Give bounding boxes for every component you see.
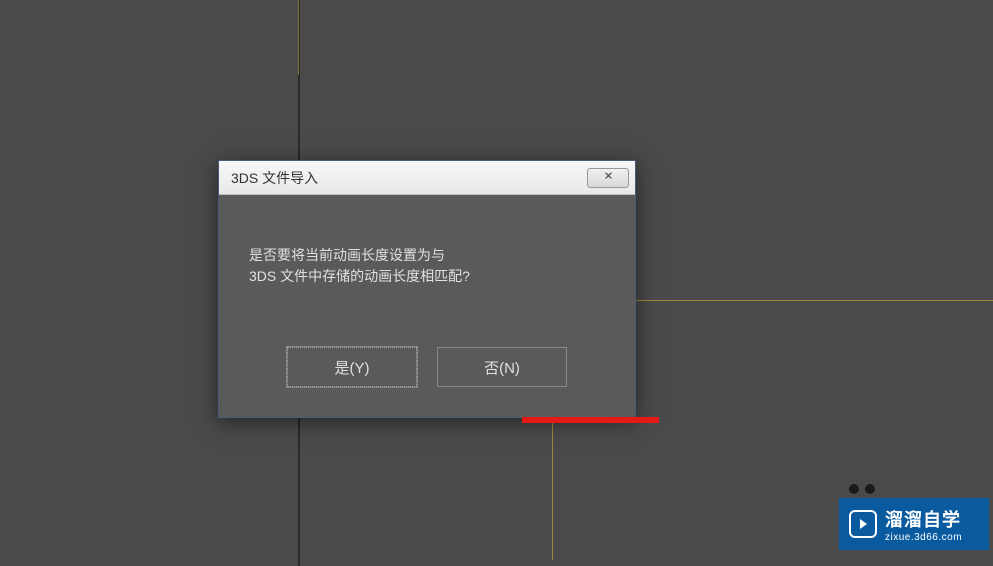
import-dialog: 3DS 文件导入 是否要将当前动画长度设置为与 3DS 文件中存储的动画长度相匹…: [218, 160, 636, 418]
watermark-text: 溜溜自学 zixue.3d66.com: [885, 506, 962, 543]
message-line-2: 3DS 文件中存储的动画长度相匹配?: [249, 266, 605, 287]
no-button-label: 否(N): [484, 357, 520, 378]
dialog-titlebar[interactable]: 3DS 文件导入: [219, 161, 635, 195]
yes-button-label: 是(Y): [335, 357, 370, 378]
watermark: 溜溜自学 zixue.3d66.com: [839, 498, 989, 550]
message-line-1: 是否要将当前动画长度设置为与: [249, 245, 605, 266]
decorative-dots: [849, 484, 875, 494]
watermark-sub-text: zixue.3d66.com: [885, 532, 962, 543]
dialog-title: 3DS 文件导入: [231, 168, 318, 188]
watermark-main-text: 溜溜自学: [885, 506, 962, 532]
play-icon: [849, 510, 877, 538]
axis-line: [298, 0, 299, 75]
dialog-body: 是否要将当前动画长度设置为与 3DS 文件中存储的动画长度相匹配? 是(Y) 否…: [219, 195, 635, 417]
dialog-message: 是否要将当前动画长度设置为与 3DS 文件中存储的动画长度相匹配?: [249, 245, 605, 287]
close-button[interactable]: [587, 168, 629, 188]
annotation-underline: [522, 417, 659, 423]
no-button[interactable]: 否(N): [437, 347, 567, 387]
button-row: 是(Y) 否(N): [249, 347, 605, 387]
yes-button[interactable]: 是(Y): [287, 347, 417, 387]
close-icon: [603, 169, 614, 187]
